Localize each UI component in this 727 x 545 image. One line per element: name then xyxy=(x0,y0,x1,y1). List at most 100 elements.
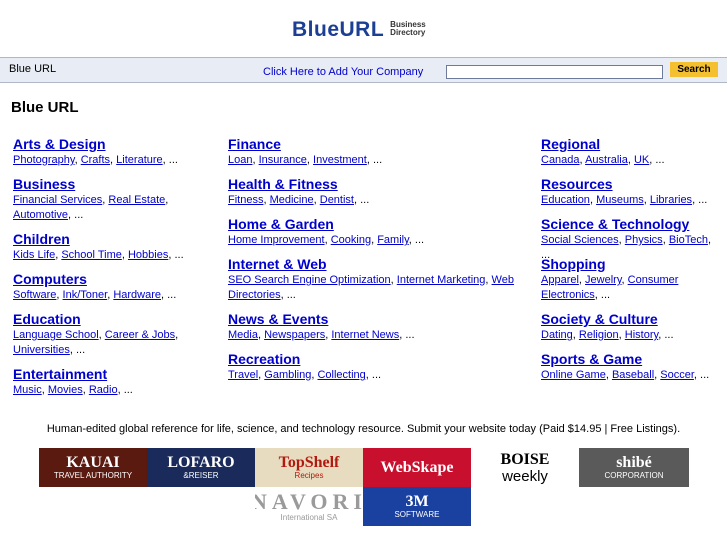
subcategory-link-home-improvement[interactable]: Home Improvement xyxy=(228,234,325,246)
category-link-business[interactable]: Business xyxy=(13,176,213,192)
category-regional: Regional Canada, Australia, UK, ... xyxy=(541,136,721,176)
banner-title: NAVORI xyxy=(255,489,363,514)
banner-kauai[interactable]: KAUAI TRAVEL AUTHORITY xyxy=(39,448,147,487)
subcategory-link-fitness[interactable]: Fitness xyxy=(228,194,263,206)
subcategory-link-gambling[interactable]: Gambling xyxy=(264,369,311,381)
subcategory-link-loan[interactable]: Loan xyxy=(228,154,252,166)
subcategory-link-dentist[interactable]: Dentist xyxy=(320,194,354,206)
subcategory-link-seo-search-engine-optimization[interactable]: SEO Search Engine Optimization xyxy=(228,274,391,286)
category-health-fitness: Health & Fitness Fitness, Medicine, Denti… xyxy=(228,176,518,216)
subcategory-link-kids-life[interactable]: Kids Life xyxy=(13,249,55,261)
banner-lofaro-reiser[interactable]: LOFARO &REISER xyxy=(147,448,255,487)
banner-navori[interactable]: NAVORI International SA xyxy=(255,487,363,526)
subcategory-link-school-time[interactable]: School Time xyxy=(61,249,122,261)
subcategory-list: Music, Movies, Radio, ... xyxy=(13,384,133,396)
category-link-education[interactable]: Education xyxy=(13,311,213,327)
banner-boise-weekly[interactable]: BOISE weekly xyxy=(471,448,579,487)
subcategory-link-collecting[interactable]: Collecting xyxy=(317,369,365,381)
subcategory-link-biotech[interactable]: BioTech xyxy=(669,234,708,246)
banner-title: LOFARO xyxy=(167,454,235,471)
category-link-arts-design[interactable]: Arts & Design xyxy=(13,136,213,152)
category-link-entertainment[interactable]: Entertainment xyxy=(13,366,213,382)
category-link-resources[interactable]: Resources xyxy=(541,176,721,192)
banner-shibe-corporation[interactable]: shibé CORPORATION xyxy=(579,448,689,487)
subcategory-link-canada[interactable]: Canada xyxy=(541,154,580,166)
page-title: Blue URL xyxy=(11,99,79,116)
subcategory-link-social-sciences[interactable]: Social Sciences xyxy=(541,234,619,246)
category-link-sports-game[interactable]: Sports & Game xyxy=(541,351,721,367)
subcategory-link-investment[interactable]: Investment xyxy=(313,154,367,166)
free-listings-link[interactable]: Free Listings xyxy=(610,423,673,435)
subcategory-link-travel[interactable]: Travel xyxy=(228,369,258,381)
banner-subtitle: Recipes xyxy=(294,471,324,480)
banner-title: WebSkape xyxy=(380,458,454,476)
subcategory-link-photography[interactable]: Photography xyxy=(13,154,75,166)
subcategory-link-education[interactable]: Education xyxy=(541,194,590,206)
category-link-internet-web[interactable]: Internet & Web xyxy=(228,256,518,272)
subcategory-link-media[interactable]: Media xyxy=(228,329,258,341)
subcategory-list: Financial Services, Real Estate, Automot… xyxy=(13,194,169,221)
subcategory-link-literature[interactable]: Literature xyxy=(116,154,162,166)
subcategory-link-history[interactable]: History xyxy=(625,329,658,341)
subcategory-link-physics[interactable]: Physics xyxy=(625,234,663,246)
subcategory-link-software[interactable]: Software xyxy=(13,289,56,301)
subcategory-link-baseball[interactable]: Baseball xyxy=(612,369,654,381)
subcategory-link-soccer[interactable]: Soccer xyxy=(660,369,694,381)
subcategory-link-uk[interactable]: UK xyxy=(634,154,649,166)
subcategory-link-insurance[interactable]: Insurance xyxy=(259,154,307,166)
category-link-recreation[interactable]: Recreation xyxy=(228,351,518,367)
category-link-regional[interactable]: Regional xyxy=(541,136,721,152)
subcategory-link-newspapers[interactable]: Newspapers xyxy=(264,329,325,341)
category-link-health-fitness[interactable]: Health & Fitness xyxy=(228,176,518,192)
subcategory-link-dating[interactable]: Dating xyxy=(541,329,573,341)
subcategory-link-universities[interactable]: Universities xyxy=(13,344,70,356)
subcategory-link-medicine[interactable]: Medicine xyxy=(270,194,314,206)
subcategory-link-apparel[interactable]: Apparel xyxy=(541,274,579,286)
subcategory-link-hardware[interactable]: Hardware xyxy=(113,289,161,301)
category-link-computers[interactable]: Computers xyxy=(13,271,213,287)
category-link-science-technology[interactable]: Science & Technology xyxy=(541,216,721,232)
banner-3m-software[interactable]: 3M SOFTWARE xyxy=(363,487,471,526)
search-button[interactable]: Search xyxy=(670,62,718,77)
subcategory-link-real-estate[interactable]: Real Estate xyxy=(108,194,165,206)
category-link-society-culture[interactable]: Society & Culture xyxy=(541,311,721,327)
subcategory-link-libraries[interactable]: Libraries xyxy=(650,194,692,206)
category-news-events: News & Events Media, Newspapers, Internet… xyxy=(228,311,518,351)
subcategory-link-jewelry[interactable]: Jewelry xyxy=(585,274,621,286)
subcategory-link-australia[interactable]: Australia xyxy=(585,154,628,166)
subcategory-link-crafts[interactable]: Crafts xyxy=(81,154,110,166)
subcategory-list: Language School, Career & Jobs, Universi… xyxy=(13,329,179,356)
subcategory-link-religion[interactable]: Religion xyxy=(579,329,619,341)
subcategory-link-automotive[interactable]: Automotive xyxy=(13,209,68,221)
category-link-children[interactable]: Children xyxy=(13,231,213,247)
category-resources: Resources Education, Museums, Libraries, … xyxy=(541,176,721,216)
subcategory-link-internet-news[interactable]: Internet News xyxy=(331,329,399,341)
subcategory-link-financial-services[interactable]: Financial Services xyxy=(13,194,102,206)
banner-subtitle: SOFTWARE xyxy=(394,510,440,519)
subcategory-link-career-jobs[interactable]: Career & Jobs xyxy=(105,329,175,341)
banner-webskape[interactable]: WebSkape xyxy=(363,448,471,487)
subcategory-link-hobbies[interactable]: Hobbies xyxy=(128,249,168,261)
banner-title: KAUAI xyxy=(66,454,120,471)
subcategory-link-movies[interactable]: Movies xyxy=(48,384,83,396)
subcategory-list: Canada, Australia, UK, ... xyxy=(541,154,665,166)
add-company-link[interactable]: Click Here to Add Your Company xyxy=(263,66,423,78)
category-link-news-events[interactable]: News & Events xyxy=(228,311,518,327)
subcategory-link-language-school[interactable]: Language School xyxy=(13,329,99,341)
subcategory-link-family[interactable]: Family xyxy=(377,234,409,246)
category-link-shopping[interactable]: Shopping xyxy=(541,256,721,272)
subcategory-link-radio[interactable]: Radio xyxy=(89,384,118,396)
subcategory-link-cooking[interactable]: Cooking xyxy=(331,234,371,246)
category-link-home-garden[interactable]: Home & Garden xyxy=(228,216,518,232)
subcategory-list: Kids Life, School Time, Hobbies, ... xyxy=(13,249,184,261)
subcategory-link-ink-toner[interactable]: Ink/Toner xyxy=(63,289,108,301)
bluedirectory-logo[interactable]: BlueURL Business Directory xyxy=(292,17,426,41)
subcategory-link-music[interactable]: Music xyxy=(13,384,42,396)
category-link-finance[interactable]: Finance xyxy=(228,136,518,152)
subcategory-link-internet-marketing[interactable]: Internet Marketing xyxy=(397,274,486,286)
search-input[interactable] xyxy=(446,65,663,79)
banner-topshelf-recipes[interactable]: TopShelf Recipes xyxy=(255,448,363,487)
subcategory-link-online-game[interactable]: Online Game xyxy=(541,369,606,381)
category-children: Children Kids Life, School Time, Hobbies,… xyxy=(13,231,213,271)
subcategory-link-museums[interactable]: Museums xyxy=(596,194,644,206)
